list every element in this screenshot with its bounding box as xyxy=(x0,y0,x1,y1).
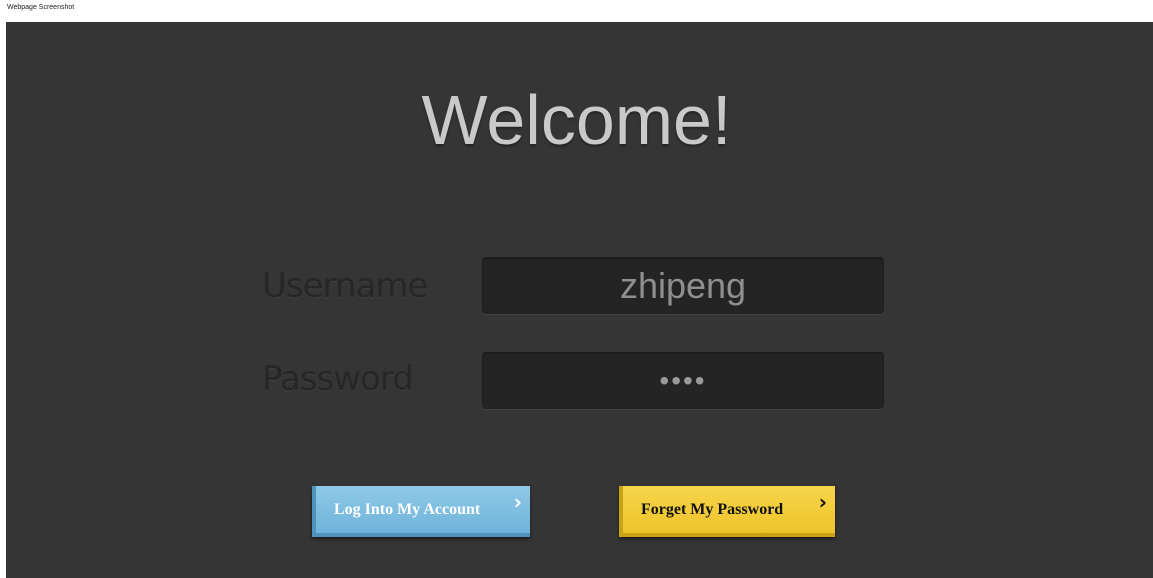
username-input[interactable] xyxy=(482,257,884,314)
chevron-right-icon: › xyxy=(513,490,522,514)
password-input[interactable] xyxy=(482,352,884,409)
username-label: Username xyxy=(262,266,428,306)
welcome-heading: Welcome! xyxy=(421,81,732,159)
page-caption: Webpage Screenshot xyxy=(7,4,75,11)
password-label: Password xyxy=(262,359,414,399)
forgot-password-button[interactable]: Forget My Password › xyxy=(619,486,835,537)
forgot-password-label: Forget My Password xyxy=(641,500,784,518)
log-into-account-button[interactable]: Log Into My Account › xyxy=(312,486,530,537)
log-into-account-label: Log Into My Account xyxy=(334,500,481,518)
chevron-right-icon: › xyxy=(818,490,827,514)
